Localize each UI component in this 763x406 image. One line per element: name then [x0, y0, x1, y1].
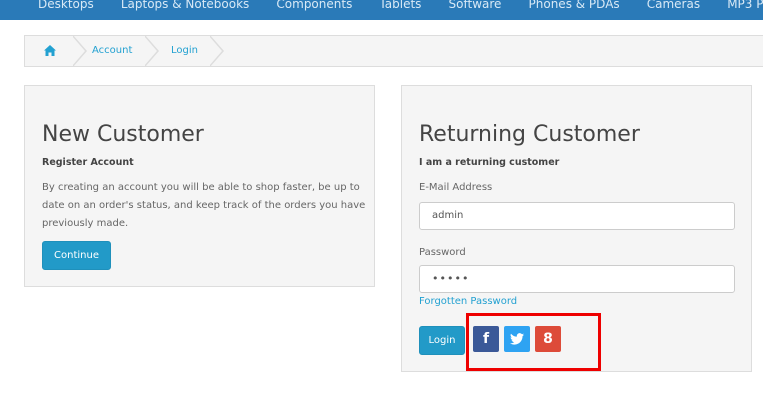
nav-item-desktops[interactable]: Desktops	[38, 0, 94, 11]
register-account-subtitle: Register Account	[42, 157, 134, 168]
forgotten-password-link[interactable]: Forgotten Password	[419, 296, 517, 307]
nav-item-tablets[interactable]: Tablets	[379, 0, 421, 11]
breadcrumb-account[interactable]: Account	[92, 36, 132, 66]
returning-customer-subtitle: I am a returning customer	[419, 157, 560, 168]
email-field[interactable]: admin	[419, 202, 735, 230]
login-button[interactable]: Login	[419, 326, 465, 355]
nav-item-cameras[interactable]: Cameras	[647, 0, 700, 11]
top-navigation-bar: Desktops Laptops & Notebooks Components …	[0, 0, 763, 20]
breadcrumb-login[interactable]: Login	[171, 36, 198, 66]
new-customer-panel: New Customer Register Account By creatin…	[24, 85, 375, 287]
email-label: E-Mail Address	[419, 182, 493, 193]
breadcrumb: Account Login	[24, 35, 763, 67]
home-icon[interactable]	[44, 45, 56, 56]
highlight-annotation-box	[466, 313, 601, 371]
nav-item-mp3[interactable]: MP3 Players	[727, 0, 763, 11]
password-field[interactable]: •••••	[419, 265, 735, 293]
continue-button[interactable]: Continue	[42, 241, 111, 270]
password-label: Password	[419, 247, 466, 258]
nav-item-components[interactable]: Components	[276, 0, 352, 11]
nav-items: Desktops Laptops & Notebooks Components …	[38, 0, 763, 12]
new-customer-title: New Customer	[42, 122, 204, 147]
returning-customer-title: Returning Customer	[419, 122, 640, 147]
nav-item-software[interactable]: Software	[449, 0, 502, 11]
nav-item-phones[interactable]: Phones & PDAs	[529, 0, 620, 11]
nav-item-laptops[interactable]: Laptops & Notebooks	[121, 0, 249, 11]
new-customer-description: By creating an account you will be able …	[42, 182, 366, 229]
